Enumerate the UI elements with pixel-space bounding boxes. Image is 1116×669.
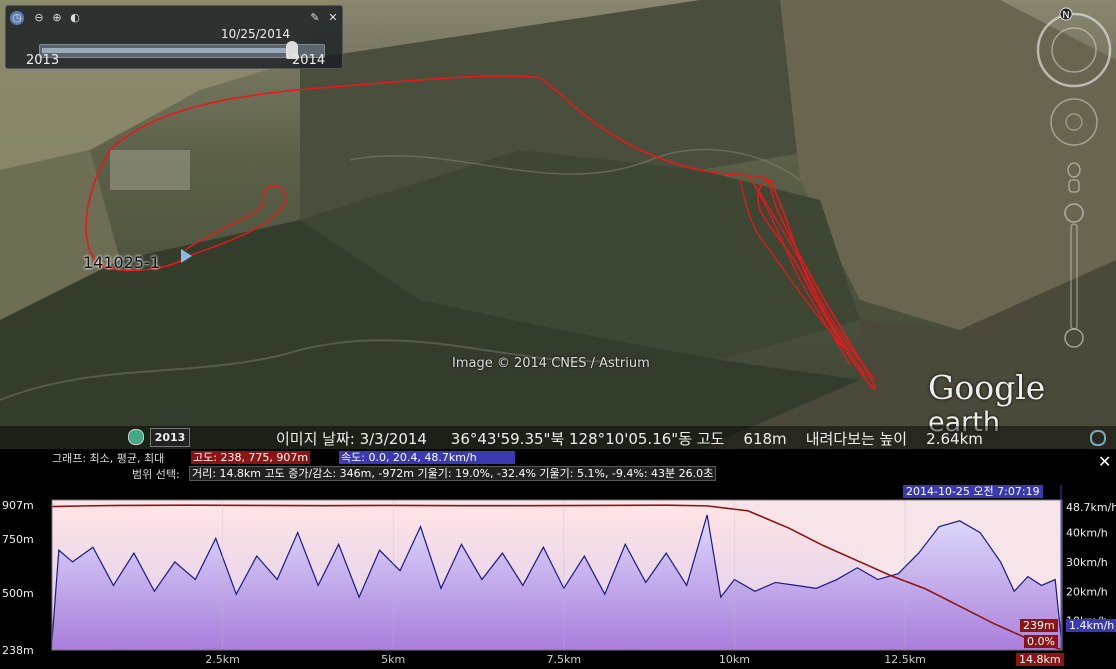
x-tick-label: 12.5km <box>884 653 926 666</box>
y-right-tick-label: 48.7km/h <box>1066 501 1116 514</box>
y-right-tick-label: 40km/h <box>1066 527 1108 540</box>
status-bar: 2013 이미지 날짜: 3/3/2014 36°43'59.35"북 128°… <box>0 426 1116 449</box>
zoom-out-icon <box>1064 328 1084 348</box>
x-tick-label: 7.5km <box>547 653 582 666</box>
y-left-tick-label: 500m <box>2 587 34 600</box>
x-tick-label: 5km <box>381 653 405 666</box>
current-date: 10/25/2014 <box>221 27 291 41</box>
look-joystick <box>1050 98 1098 146</box>
compass-north-icon: N <box>1062 10 1069 21</box>
hover-time: 2014-10-25 오전 7:07:19 <box>903 485 1043 498</box>
navigation-controls[interactable]: N <box>1026 0 1116 360</box>
historical-imagery-icon[interactable] <box>128 429 144 445</box>
elevation-profile-chart[interactable]: 2.5km 5km 7.5km 10km 12.5km 907m 750m 500m 238m 4… <box>0 449 1116 669</box>
close-icon[interactable]: ✕ <box>326 11 340 25</box>
graph-stats-label: 그래프: 최소, 평균, 최대 <box>52 452 165 465</box>
y-left-tick-label: 750m <box>2 533 34 546</box>
zoom-slider <box>1070 223 1078 330</box>
range-select-label: 범위 선택: <box>132 468 180 481</box>
zoom-in-icon <box>1064 203 1084 223</box>
zoom-out-icon[interactable]: ⊖ <box>32 11 46 25</box>
close-profile-icon[interactable]: ✕ <box>1098 452 1111 471</box>
y-right-tick-label: 20km/h <box>1066 585 1108 598</box>
altitude-stats[interactable]: 고도: 238, 775, 907m <box>191 451 311 464</box>
hover-slope: 0.0% <box>1024 635 1058 648</box>
range-start-label: 2013 <box>26 53 60 68</box>
clock-icon[interactable]: ◷ <box>10 11 24 25</box>
y-left-tick-label: 907m <box>2 499 34 512</box>
y-right-tick-label: 30km/h <box>1066 556 1108 569</box>
zoom-in-icon[interactable]: ⊕ <box>50 11 64 25</box>
time-slider-panel: ◷ ⊖ ⊕ ◐ ✎ ✕ 10/25/2014 2013 2014 <box>5 5 343 69</box>
placemark-label[interactable]: 141025-1 <box>83 253 160 272</box>
x-tick-label: 2.5km <box>205 653 240 666</box>
hover-speed: 1.4km/h <box>1066 619 1116 632</box>
streaming-globe-icon <box>1090 430 1106 446</box>
map-view[interactable]: 141025-1 Image © 2014 CNES / Astrium Goo… <box>0 0 1116 449</box>
hover-altitude: 239m <box>1020 619 1058 632</box>
time-slider-fill <box>42 48 294 53</box>
x-tick-label: 10km <box>719 653 750 666</box>
speed-stats[interactable]: 속도: 0.0, 20.4, 48.7km/h <box>339 451 515 464</box>
range-end-label: 2014 <box>292 53 326 68</box>
imagery-attribution: Image © 2014 CNES / Astrium <box>452 356 650 371</box>
y-left-tick-label: 238m <box>2 644 34 657</box>
imagery-year-button[interactable]: 2013 <box>150 428 190 447</box>
compass-ring <box>1036 12 1112 88</box>
range-stats: 거리: 14.8km 고도 증가/감소: 346m, -972m 기울기: 19… <box>189 466 717 481</box>
street-view-pegman-icon <box>1067 162 1081 178</box>
settings-wrench-icon[interactable]: ✎ <box>308 11 322 25</box>
elevation-profile-panel: 2.5km 5km 7.5km 10km 12.5km 907m 750m 500m 238m 4… <box>0 449 1116 669</box>
animate-icon[interactable]: ◐ <box>68 11 82 25</box>
hover-distance: 14.8km <box>1016 653 1064 666</box>
status-text: 이미지 날짜: 3/3/2014 36°43'59.35"북 128°10'05… <box>276 430 983 448</box>
time-slider-track[interactable] <box>39 41 325 59</box>
placemark-icon[interactable] <box>181 249 192 263</box>
